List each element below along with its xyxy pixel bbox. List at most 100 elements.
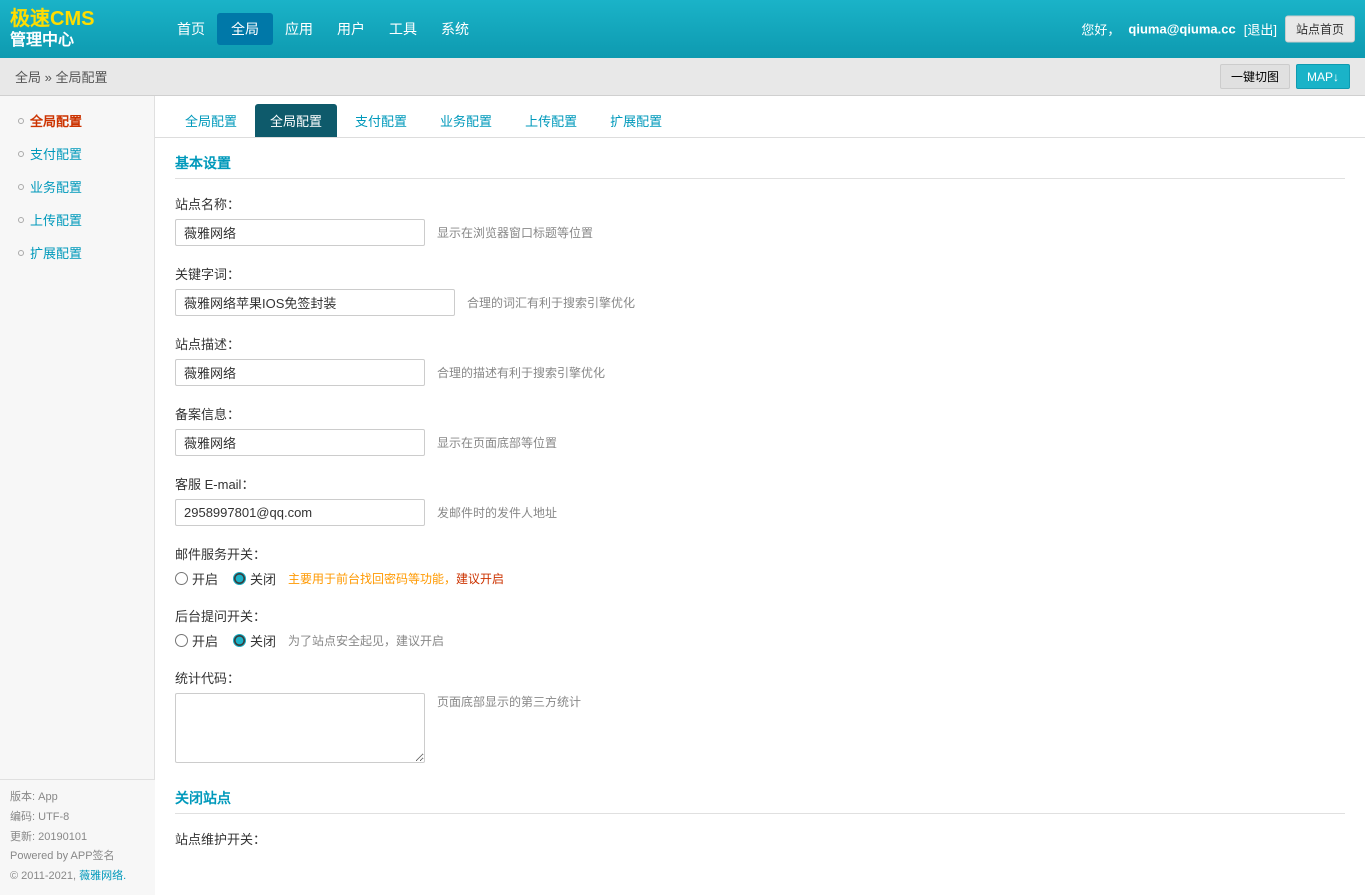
sidebar-label-extension-config: 扩展配置 [30, 243, 82, 262]
form-row-admin-tip: 后台提问开关： 开启 关闭 为了站点安全起见，建议开启 [175, 606, 1345, 650]
greeting: 您好， [1081, 20, 1120, 39]
form-row-mail-service: 邮件服务开关： 开启 关闭 主要用于前台找回密码等功能，建议开启 [175, 544, 1345, 588]
mail-service-inline: 开启 关闭 主要用于前台找回密码等功能，建议开启 [175, 569, 1345, 588]
email-label: 客服 E-mail： [175, 474, 1345, 493]
breadcrumb-actions: 一键切图 MAP↓ [1220, 64, 1350, 89]
form-row-stats-code: 统计代码： 页面底部显示的第三方统计 [175, 668, 1345, 763]
nav-home[interactable]: 首页 [165, 13, 217, 45]
site-name-hint: 显示在浏览器窗口标题等位置 [437, 224, 593, 241]
powered-by: Powered by APP签名 [10, 847, 145, 867]
encoding-label: 编码: [10, 811, 35, 823]
form-row-icp: 备案信息： 显示在页面底部等位置 [175, 404, 1345, 456]
keywords-hint: 合理的词汇有利于搜索引擎优化 [467, 294, 635, 311]
update-value: 20190101 [38, 831, 87, 843]
sidebar-item-upload-config[interactable]: 上传配置 [0, 203, 154, 236]
one-click-cut-button[interactable]: 一键切图 [1220, 64, 1290, 89]
stats-code-textarea[interactable] [175, 693, 425, 763]
content-area: 基本设置 站点名称： 显示在浏览器窗口标题等位置 关键字词： 合理的词汇有利于搜… [155, 138, 1365, 881]
nav-tools[interactable]: 工具 [377, 13, 429, 45]
stats-code-label: 统计代码： [175, 668, 1345, 687]
sub-tab-extension-config[interactable]: 扩展配置 [595, 104, 677, 137]
version-label: 版本: [10, 791, 35, 803]
mail-service-close-radio[interactable]: 关闭 [233, 569, 276, 588]
logout-link[interactable]: [退出] [1244, 20, 1277, 39]
logo-line2: 管理中心 [10, 31, 165, 50]
sidebar-dot-5 [18, 250, 24, 256]
encoding-value: UTF-8 [38, 811, 69, 823]
form-row-description: 站点描述： 合理的描述有利于搜索引擎优化 [175, 334, 1345, 386]
sub-tab-global-config-active[interactable]: 全局配置 [255, 104, 337, 137]
breadcrumb: 全局 » 全局配置 [15, 67, 108, 86]
sub-tab-upload-config[interactable]: 上传配置 [510, 104, 592, 137]
mail-service-label: 邮件服务开关： [175, 544, 1345, 563]
mail-service-close-input[interactable] [233, 572, 246, 585]
breadcrumb-separator: » [45, 70, 52, 85]
admin-tip-close-input[interactable] [233, 634, 246, 647]
admin-tip-open-radio[interactable]: 开启 [175, 631, 218, 650]
map-button[interactable]: MAP↓ [1296, 64, 1350, 89]
admin-tip-open-input[interactable] [175, 634, 188, 647]
logo-line1: 极速CMS [10, 7, 165, 31]
sidebar-dot-1 [18, 118, 24, 124]
site-name-input[interactable] [175, 219, 425, 246]
sidebar-footer: 版本: App 编码: UTF-8 更新: 20190101 Powered b… [0, 779, 155, 895]
sidebar-dot-3 [18, 184, 24, 190]
admin-tip-label: 后台提问开关： [175, 606, 1345, 625]
form-row-maintenance: 站点维护开关： [175, 829, 1345, 848]
stats-code-hint: 页面底部显示的第三方统计 [437, 693, 581, 710]
sub-tab-business-config[interactable]: 业务配置 [425, 104, 507, 137]
admin-tip-radio-group: 开启 关闭 [175, 631, 276, 650]
sidebar-item-global-config[interactable]: 全局配置 [0, 104, 154, 137]
sidebar-dot-2 [18, 151, 24, 157]
mail-service-open-input[interactable] [175, 572, 188, 585]
close-site-section: 关闭站点 站点维护开关： [175, 788, 1345, 848]
mail-service-open-radio[interactable]: 开启 [175, 569, 218, 588]
icp-input[interactable] [175, 429, 425, 456]
mail-service-hint: 主要用于前台找回密码等功能，建议开启 [288, 570, 504, 587]
maintenance-label: 站点维护开关： [175, 829, 1345, 848]
version-value: App [38, 791, 58, 803]
copyright-link[interactable]: 薇雅网络. [79, 870, 126, 882]
sidebar-item-payment-config[interactable]: 支付配置 [0, 137, 154, 170]
sidebar-label-global-config: 全局配置 [30, 111, 82, 130]
site-home-button[interactable]: 站点首页 [1285, 16, 1355, 43]
keywords-input[interactable] [175, 289, 455, 316]
description-inline: 合理的描述有利于搜索引擎优化 [175, 359, 1345, 386]
stats-code-inline: 页面底部显示的第三方统计 [175, 693, 1345, 763]
email-hint: 发邮件时的发件人地址 [437, 504, 557, 521]
sub-tab-global-config-link[interactable]: 全局配置 [170, 104, 252, 137]
form-row-email: 客服 E-mail： 发邮件时的发件人地址 [175, 474, 1345, 526]
admin-tip-close-label: 关闭 [250, 631, 276, 650]
sidebar-item-extension-config[interactable]: 扩展配置 [0, 236, 154, 269]
keywords-inline: 合理的词汇有利于搜索引擎优化 [175, 289, 1345, 316]
admin-tip-open-label: 开启 [192, 631, 218, 650]
mail-service-open-label: 开启 [192, 569, 218, 588]
nav-system[interactable]: 系统 [429, 13, 481, 45]
nav-global[interactable]: 全局 [217, 13, 273, 45]
breadcrumb-root[interactable]: 全局 [15, 70, 41, 85]
sidebar-label-payment-config: 支付配置 [30, 144, 82, 163]
update-label: 更新: [10, 831, 35, 843]
breadcrumb-bar: 全局 » 全局配置 一键切图 MAP↓ [0, 58, 1365, 96]
email-input[interactable] [175, 499, 425, 526]
email-inline: 发邮件时的发件人地址 [175, 499, 1345, 526]
admin-tip-hint: 为了站点安全起见，建议开启 [288, 632, 444, 649]
description-hint: 合理的描述有利于搜索引擎优化 [437, 364, 605, 381]
nav-app[interactable]: 应用 [273, 13, 325, 45]
logo: 极速CMS 管理中心 [10, 7, 165, 50]
mail-service-close-label: 关闭 [250, 569, 276, 588]
breadcrumb-current: 全局配置 [56, 70, 108, 85]
sub-tab-payment-config[interactable]: 支付配置 [340, 104, 422, 137]
basic-settings-title: 基本设置 [175, 153, 1345, 179]
admin-tip-close-radio[interactable]: 关闭 [233, 631, 276, 650]
main-content: 全局配置 全局配置 支付配置 业务配置 上传配置 扩展配置 基本设置 [155, 96, 1365, 895]
sidebar-label-business-config: 业务配置 [30, 177, 82, 196]
top-right: 您好， qiuma@qiuma.cc [退出] 站点首页 [1081, 16, 1355, 43]
nav-user[interactable]: 用户 [325, 13, 377, 45]
sub-tabs: 全局配置 全局配置 支付配置 业务配置 上传配置 扩展配置 [155, 96, 1365, 138]
sidebar-item-business-config[interactable]: 业务配置 [0, 170, 154, 203]
icp-hint: 显示在页面底部等位置 [437, 434, 557, 451]
copyright-text: © 2011-2021, [10, 870, 76, 882]
description-input[interactable] [175, 359, 425, 386]
username: qiuma@qiuma.cc [1128, 22, 1235, 37]
